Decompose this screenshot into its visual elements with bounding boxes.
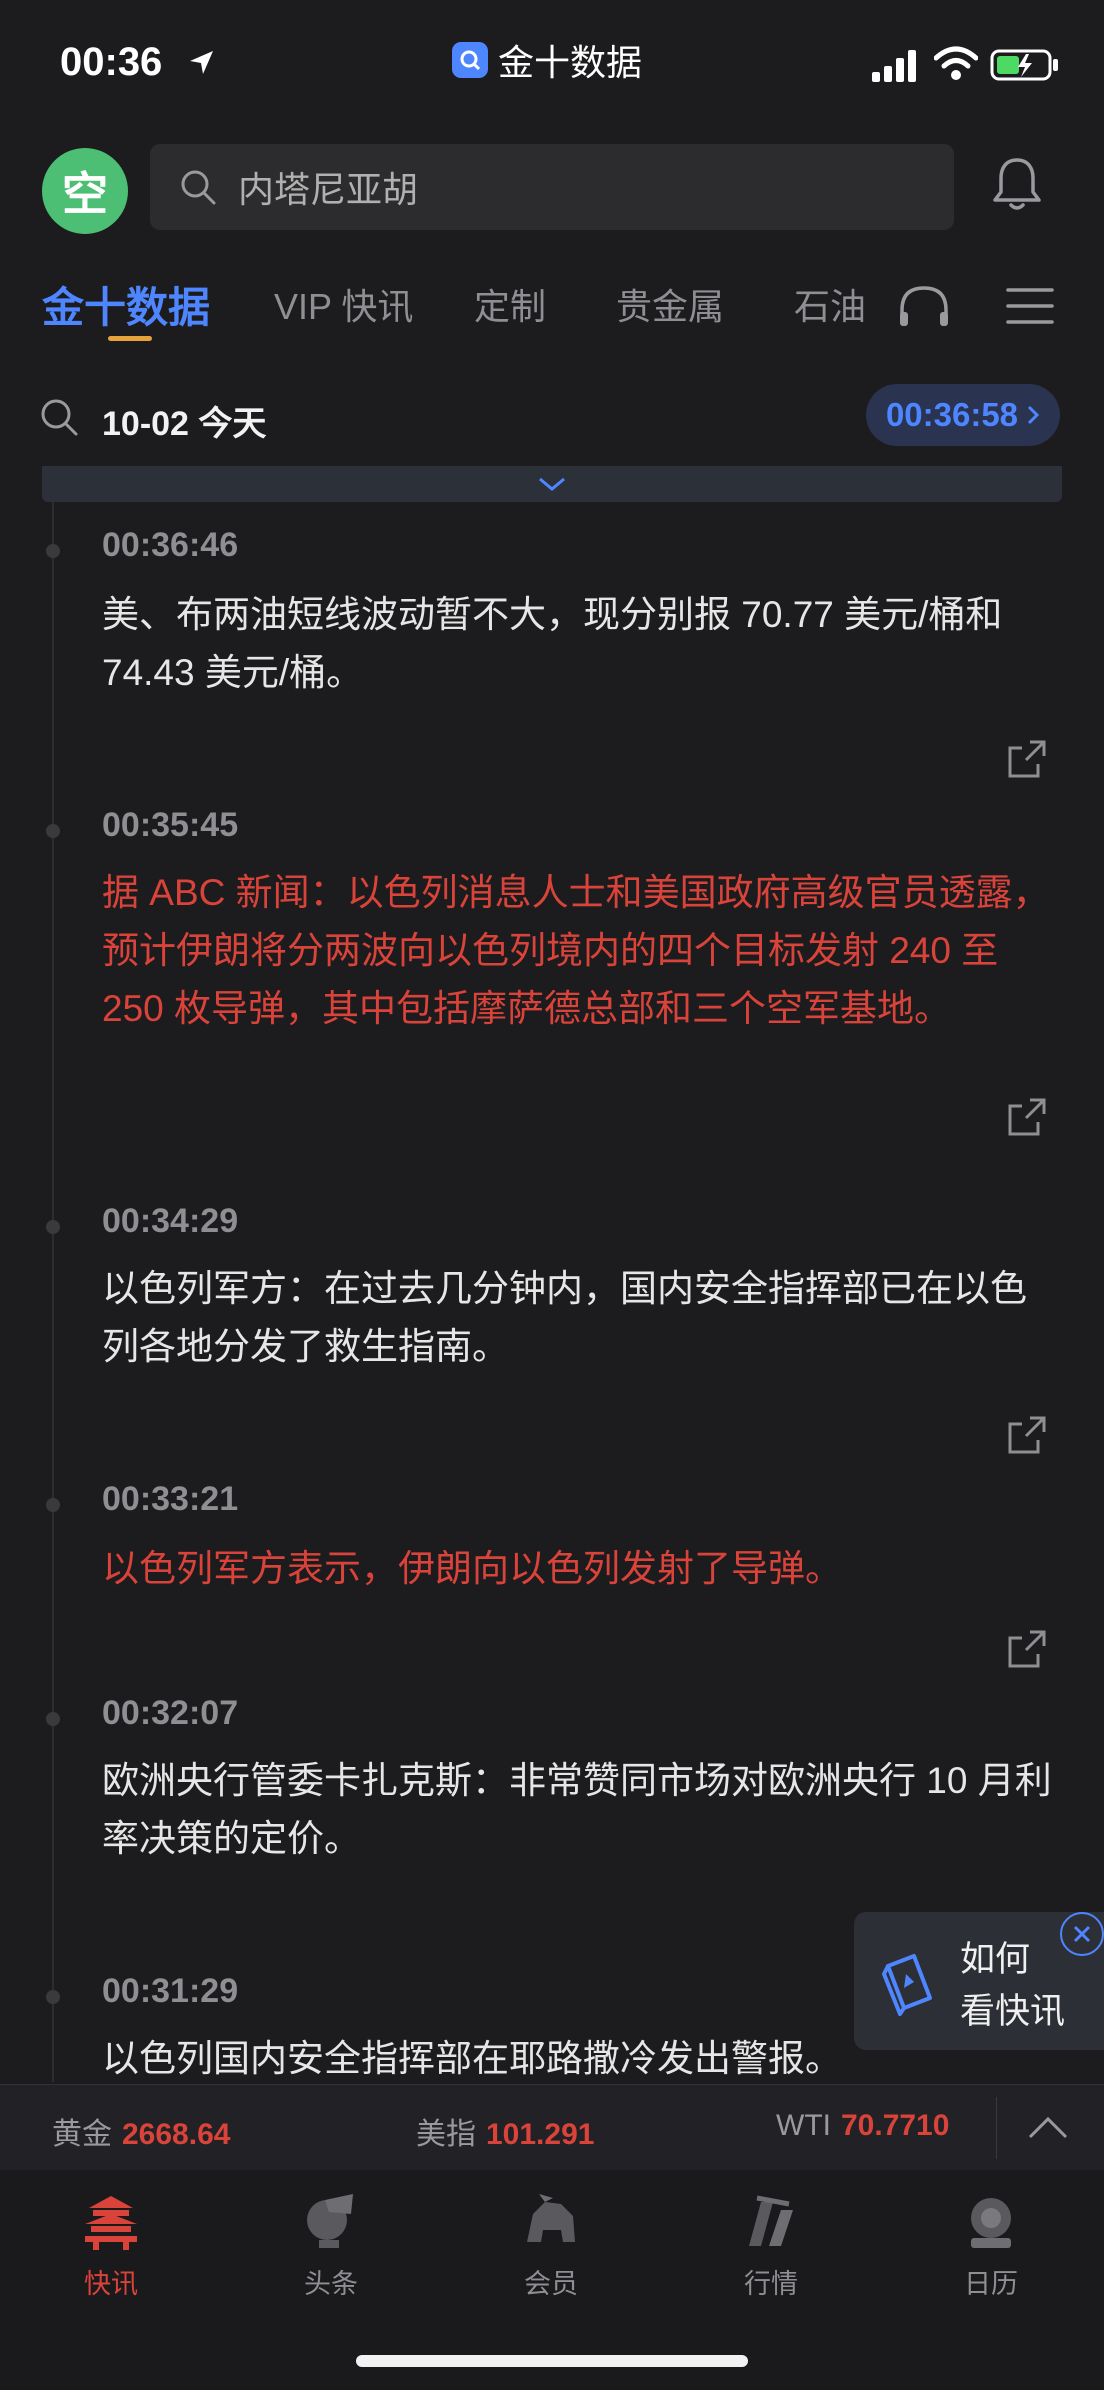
timeline-dot xyxy=(46,1220,60,1234)
current-time: 00:36:58 xyxy=(885,396,1019,433)
news-time: 00:32:07 xyxy=(102,1694,239,1732)
news-time: 00:35:45 xyxy=(102,806,239,844)
status-app-name: 金十数据 xyxy=(498,42,643,83)
timeline-dot xyxy=(46,1990,60,2004)
nav-label: 会员 xyxy=(524,2269,578,2299)
tab-custom[interactable]: 定制 xyxy=(474,278,546,330)
date-search-icon[interactable] xyxy=(38,396,80,438)
timeline-dot xyxy=(46,1498,60,1512)
chevron-right-icon xyxy=(1027,405,1040,425)
signal-icon xyxy=(872,50,916,82)
current-time-button[interactable]: 00:36:58 xyxy=(866,384,1060,446)
nav-market[interactable]: 行情 xyxy=(716,2190,826,2301)
share-icon[interactable] xyxy=(1006,1096,1048,1138)
news-time: 00:33:21 xyxy=(102,1480,239,1518)
ticker-value: 70.7710 xyxy=(840,2109,950,2142)
date-bar: 10-02 今天 00:36:58 xyxy=(0,380,1104,460)
tab-precious-metals[interactable]: 贵金属 xyxy=(616,278,724,330)
lion-icon xyxy=(527,2194,575,2242)
date-label[interactable]: 10-02 今天 xyxy=(102,396,266,445)
ticker-usd-index[interactable]: 美指 101.291 xyxy=(416,2109,594,2153)
temple-icon xyxy=(85,2196,137,2250)
headline-icon xyxy=(307,2194,353,2248)
price-ticker[interactable]: 黄金 2668.64 美指 101.291 WTI 70.7710 xyxy=(0,2084,1104,2172)
nav-label: 日历 xyxy=(964,2269,1018,2299)
news-text: 美、布两油短线波动暂不大，现分别报 70.77 美元/桶和 74.43 美元/桶… xyxy=(102,594,1003,693)
ticker-label: 黄金 xyxy=(52,2118,112,2151)
nav-calendar[interactable]: 日历 xyxy=(936,2190,1046,2301)
wifi-icon xyxy=(934,46,978,80)
category-tabs: 金十数据 VIP 快讯 定制 贵金属 石油 xyxy=(0,268,1104,348)
ticker-value: 2668.64 xyxy=(122,2118,231,2151)
search-placeholder: 内塔尼亚胡 xyxy=(238,169,419,210)
bell-icon[interactable] xyxy=(990,154,1044,214)
news-text: 据 ABC 新闻：以色列消息人士和美国政府高级官员透露，预计伊朗将分两波向以色列… xyxy=(102,872,1050,1029)
timeline-line xyxy=(52,502,54,2082)
status-bar: 00:36 金十数据 xyxy=(0,0,1104,130)
top-header: 空 内塔尼亚胡 xyxy=(0,140,1104,250)
ticker-value: 101.291 xyxy=(486,2118,595,2151)
ticker-divider xyxy=(996,2097,997,2159)
tab-jin10[interactable]: 金十数据 xyxy=(42,274,210,335)
battery-icon xyxy=(990,49,1058,81)
news-time: 00:31:29 xyxy=(102,1972,239,2010)
nav-membership[interactable]: 会员 xyxy=(496,2190,606,2301)
share-icon[interactable] xyxy=(1006,1628,1048,1670)
timeline-dot xyxy=(46,544,60,558)
news-feed: 00:36:46 美、布两油短线波动暂不大，现分别报 70.77 美元/桶和 7… xyxy=(0,502,1104,2082)
tab-oil[interactable]: 石油 xyxy=(794,278,866,330)
news-time: 00:34:29 xyxy=(102,1202,239,1240)
search-icon xyxy=(181,170,216,205)
ticker-label: WTI xyxy=(776,2109,831,2142)
book-icon xyxy=(882,1954,932,2016)
search-input[interactable]: 内塔尼亚胡 xyxy=(150,144,954,230)
share-icon[interactable] xyxy=(1006,1414,1048,1456)
close-card-button[interactable] xyxy=(1060,1912,1104,1956)
chevron-down-icon xyxy=(539,477,565,491)
timeline-dot xyxy=(46,824,60,838)
nav-label: 头条 xyxy=(304,2269,358,2299)
news-text: 以色列军方表示，伊朗向以色列发射了导弹。 xyxy=(102,1548,842,1589)
ticker-wti[interactable]: WTI 70.7710 xyxy=(776,2109,949,2143)
menu-icon[interactable] xyxy=(1006,286,1054,326)
tab-vip[interactable]: VIP 快讯 xyxy=(274,278,413,330)
ticker-label: 美指 xyxy=(416,2118,476,2151)
close-icon xyxy=(1073,1925,1091,1943)
market-icon xyxy=(749,2195,793,2246)
ticker-gold[interactable]: 黄金 2668.64 xyxy=(52,2109,230,2153)
status-time: 00:36 xyxy=(60,40,163,84)
news-time: 00:36:46 xyxy=(102,526,239,564)
headset-icon[interactable] xyxy=(896,282,952,330)
home-indicator xyxy=(356,2355,748,2367)
app-icon xyxy=(452,42,488,78)
news-text: 以色列军方：在过去几分钟内，国内安全指挥部已在以色列各地分发了救生指南。 xyxy=(102,1268,1027,1367)
chevron-up-icon[interactable] xyxy=(1026,2107,1070,2147)
share-icon[interactable] xyxy=(1006,738,1048,780)
expand-handle[interactable] xyxy=(42,466,1062,502)
bottom-tab-bar: 快讯 头条 会员 行情 日历 xyxy=(0,2170,1104,2390)
news-text: 欧洲央行管委卡扎克斯：非常赞同市场对欧洲央行 10 月利率决策的定价。 xyxy=(102,1760,1052,1859)
status-app: 金十数据 xyxy=(452,38,642,83)
nav-label: 行情 xyxy=(744,2269,798,2299)
location-arrow-icon xyxy=(190,51,213,74)
calendar-icon xyxy=(971,2198,1011,2248)
timeline-dot xyxy=(46,1712,60,1726)
nav-label: 快讯 xyxy=(84,2269,138,2299)
how-to-read-line2: 看快讯 xyxy=(960,1992,1066,2031)
avatar[interactable]: 空 xyxy=(42,148,128,234)
nav-headlines[interactable]: 头条 xyxy=(276,2190,386,2301)
nav-flash-news[interactable]: 快讯 xyxy=(56,2190,166,2301)
tab-active-indicator xyxy=(108,336,152,341)
